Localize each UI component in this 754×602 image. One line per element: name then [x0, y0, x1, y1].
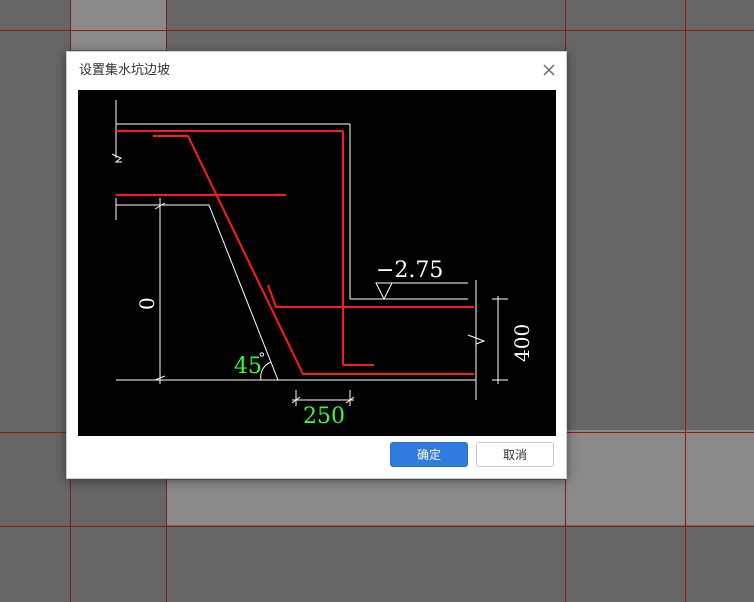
close-icon[interactable] — [540, 61, 558, 79]
rebar-lines — [116, 130, 474, 375]
depth-label: 0 — [135, 297, 159, 310]
ok-button[interactable]: 确定 — [390, 442, 468, 467]
slope-dialog: 设置集水坑边坡 −2.75 0 400 45 ° 250 确定 取消 — [66, 51, 567, 479]
level-label: −2.75 — [376, 258, 443, 283]
thickness-label: 400 — [510, 324, 534, 362]
angle-unit: ° — [258, 351, 274, 358]
dialog-title: 设置集水坑边坡 — [79, 63, 171, 78]
cancel-button[interactable]: 取消 — [476, 442, 554, 467]
slope-diagram: −2.75 0 400 45 ° 250 — [78, 90, 556, 436]
section-outline — [111, 100, 508, 406]
width-label: 250 — [303, 404, 345, 429]
